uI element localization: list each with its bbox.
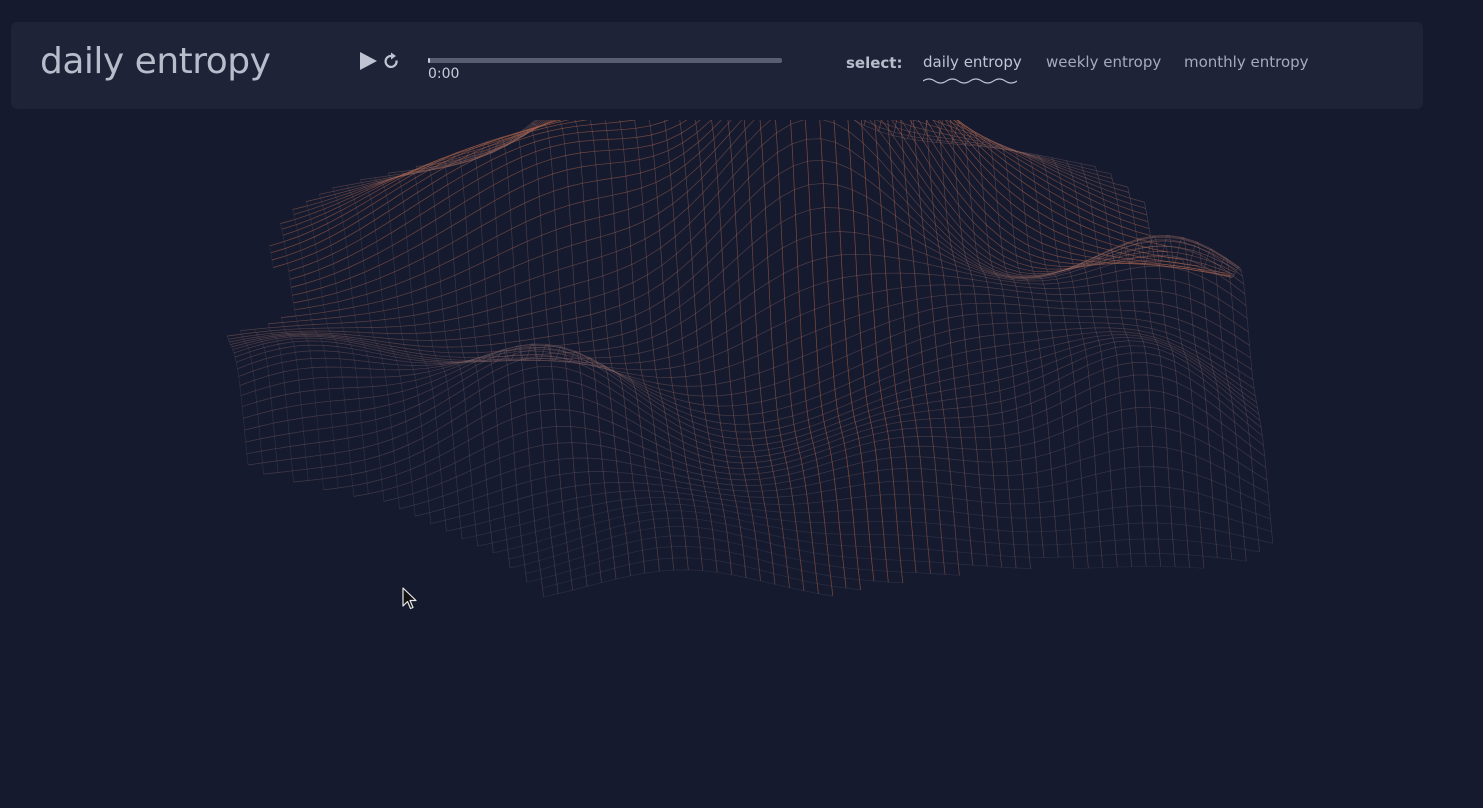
terrain-line (487, 137, 559, 594)
terrain-line (243, 331, 1256, 425)
terrain-line (226, 335, 249, 466)
terrain-line (695, 120, 747, 578)
terrain-wireframe (226, 120, 1274, 598)
terrain-line (239, 312, 1252, 397)
option-daily-entropy[interactable]: daily entropy (923, 53, 1022, 71)
terrain-line (269, 245, 274, 268)
reset-icon (384, 52, 398, 69)
progress-bar[interactable] (428, 58, 782, 63)
terrain-line (360, 120, 1113, 181)
terrain-line (477, 503, 1273, 547)
terrain-line (332, 120, 1128, 189)
terrain-line (289, 120, 1230, 280)
play-button[interactable] (357, 51, 379, 73)
terrain-line (1051, 157, 1118, 568)
terrain-line (833, 120, 875, 582)
terrain-line (446, 486, 1271, 532)
toolbar: daily entropy 0:00 select: daily entropy… (11, 22, 1423, 109)
terrain-line (247, 345, 1261, 466)
terrain-line (994, 144, 1059, 558)
terrain-line (1144, 202, 1205, 569)
terrain-line (288, 120, 1229, 274)
active-option-underline (923, 78, 1017, 84)
terrain-line (254, 329, 279, 473)
terrain-line (619, 120, 675, 571)
terrain-line (293, 362, 1263, 483)
terrain-line (847, 120, 889, 583)
entropy-terrain-visualization[interactable] (0, 120, 1483, 808)
terrain-line (508, 517, 1247, 562)
terrain-line (979, 137, 1045, 558)
terrain-line (1110, 173, 1176, 567)
play-icon (360, 52, 377, 70)
app-window: daily entropy 0:00 select: daily entropy… (0, 0, 1483, 808)
terrain-line (861, 120, 904, 583)
terrain-line (711, 120, 761, 581)
terrain-line (819, 120, 861, 590)
time-display: 0:00 (428, 66, 460, 82)
terrain-line (525, 535, 960, 576)
select-label: select: (846, 54, 903, 72)
terrain-line (574, 120, 631, 576)
terrain-line (415, 164, 479, 547)
terrain-line (271, 120, 1183, 261)
terrain-line (1198, 248, 1247, 562)
terrain-line (236, 284, 1249, 371)
terrain-line (245, 336, 1258, 443)
terrain-line (281, 120, 1236, 318)
terrain-line (743, 120, 790, 588)
terrain-line (1073, 566, 1205, 569)
terrain-line (759, 120, 805, 591)
terrain-line (240, 120, 1238, 332)
terrain-line (305, 120, 1145, 203)
page-title: daily entropy (40, 41, 271, 82)
terrain-line (892, 120, 960, 576)
reset-button[interactable] (382, 51, 402, 73)
progress-fill (428, 58, 431, 63)
terrain-line (273, 120, 1199, 268)
mouse-cursor-icon (402, 587, 417, 610)
terrain-line (462, 497, 1272, 540)
terrain-line (242, 327, 1255, 417)
terrain-line (270, 120, 1168, 254)
terrain-line (1066, 160, 1133, 567)
option-monthly-entropy[interactable]: monthly entropy (1184, 53, 1309, 71)
terrain-line (589, 120, 646, 574)
terrain-line (353, 389, 1265, 497)
terrain-line (473, 141, 545, 597)
option-weekly-entropy[interactable]: weekly entropy (1046, 53, 1161, 71)
